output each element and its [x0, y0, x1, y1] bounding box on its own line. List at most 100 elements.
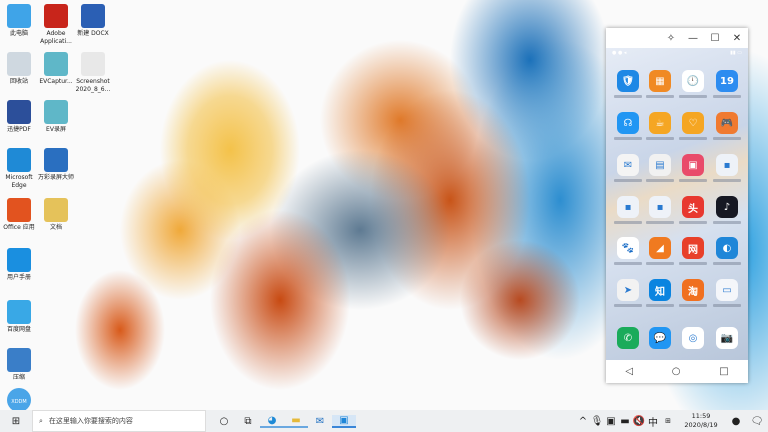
phone-mirror-window[interactable]: ✧ — ☐ ✕ ● ● ◂ ▮▮ ▭ 🛡 ▦ 🕛 19 ☊ ☕ ♡ 🎮 ✉ ▤ ▣ ▪ ▪ ▪ 头 ♪ 🐾 ◢ 网 ◐ ➤… [606, 28, 748, 383]
show-hidden-icons[interactable]: ^ [576, 416, 590, 427]
app-label [713, 221, 741, 224]
pin-icon[interactable]: ✧ [660, 33, 682, 44]
app-label [679, 221, 707, 224]
folder-app-icon[interactable]: ▪ [716, 154, 738, 176]
netease-app-icon[interactable]: 网 [682, 237, 704, 259]
desktop-icon-image [7, 52, 31, 76]
desktop-icon-image [44, 198, 68, 222]
folder-app-icon[interactable]: ▪ [649, 196, 671, 218]
app-label [679, 137, 707, 140]
desktop-icon-image [7, 300, 31, 324]
start-button[interactable]: ⊞ [4, 416, 28, 427]
desktop-icon[interactable]: 压缩 [0, 348, 41, 382]
dolphin-app-icon[interactable]: ◐ [716, 237, 738, 259]
app-label [614, 262, 642, 265]
desktop-icon-image [7, 4, 31, 28]
support-app-icon[interactable]: ☊ [617, 112, 639, 134]
notifications-icon[interactable]: 🗨 [746, 416, 768, 427]
app-label [646, 304, 674, 307]
security-icon[interactable]: ● [726, 416, 746, 427]
camera-dock-icon[interactable]: 📷 [716, 327, 738, 349]
phone-dock-icon[interactable]: ✆ [617, 327, 639, 349]
app-label [679, 179, 707, 182]
game-app-icon[interactable]: 🎮 [716, 112, 738, 134]
app-tray-icon[interactable]: ▣ [604, 416, 618, 427]
mail-icon[interactable]: ✉ [308, 416, 332, 427]
app-label [646, 262, 674, 265]
desktop-icon[interactable]: XDDM [0, 388, 41, 412]
news-app-icon[interactable]: ◢ [649, 237, 671, 259]
app-label [614, 179, 642, 182]
folder-app-icon[interactable]: ▪ [617, 196, 639, 218]
desktop-icon[interactable]: 用户手册 [0, 248, 41, 282]
scanner-app-icon[interactable]: ▭ [716, 279, 738, 301]
desktop-icon-label: XDDM [11, 399, 27, 405]
calendar-app-icon[interactable]: 19 [716, 70, 738, 92]
desktop-icon-image [44, 148, 68, 172]
mail-app-icon[interactable]: ✉ [617, 154, 639, 176]
phone-status-bar: ● ● ◂ ▮▮ ▭ [612, 50, 742, 56]
volume-muted-icon[interactable]: 🔇 [632, 416, 646, 427]
desktop-icon-label: EV录屏 [46, 126, 66, 133]
cortana-icon[interactable]: ○ [212, 416, 236, 427]
desktop-icon-image [7, 348, 31, 372]
desktop-icon-image [7, 100, 31, 124]
ime-mode-icon[interactable]: ⊞ [660, 417, 676, 425]
toutiao-app-icon[interactable]: 头 [682, 196, 704, 218]
clock-date: 2020/8/19 [684, 421, 718, 429]
phone-window-titlebar[interactable]: ✧ — ☐ ✕ [606, 28, 748, 48]
app-label [679, 95, 707, 98]
desktop-icon-image [81, 4, 105, 28]
desktop-icon[interactable]: 文档 [34, 198, 78, 232]
browser-dock-icon[interactable]: ◎ [682, 327, 704, 349]
battery-icon[interactable]: ▬ [618, 416, 632, 427]
app-label [614, 137, 642, 140]
shop-app-icon[interactable]: ▣ [682, 154, 704, 176]
desktop-icon[interactable]: Screenshot 2020_8_6... [71, 52, 115, 94]
desktop-icon-image [7, 198, 31, 222]
desktop-icon-image [81, 52, 105, 76]
desktop-icon-image [7, 148, 31, 172]
phone-nav-bar: ◁ ○ □ [606, 360, 748, 383]
app-label [614, 304, 642, 307]
search-box[interactable]: ⌕ 在这里输入你要搜索的内容 [32, 410, 206, 432]
desktop-icon-label: 百度网盘 [6, 326, 31, 333]
maps-app-icon[interactable]: ➤ [617, 279, 639, 301]
desktop-icon[interactable]: 万彩录屏大师 [34, 148, 78, 182]
desktop-icon-label: 万彩录屏大师 [37, 174, 74, 181]
clock-app-icon[interactable]: 🕛 [682, 70, 704, 92]
task-view-icon[interactable]: ⧉ [236, 416, 260, 427]
edge-taskbar-icon[interactable]: ◕ [260, 415, 284, 428]
desktop-icon-label: 新建 DOCX [77, 30, 109, 37]
app-label [646, 179, 674, 182]
app-label [713, 262, 741, 265]
close-button[interactable]: ✕ [726, 33, 748, 44]
files-app-icon[interactable]: ▦ [649, 70, 671, 92]
ime-indicator[interactable]: 中 [646, 414, 660, 429]
back-icon[interactable]: ◁ [625, 366, 633, 377]
taobao-app-icon[interactable]: 淘 [682, 279, 704, 301]
phone-assistant-icon[interactable]: ▣ [332, 414, 356, 428]
desktop-icon-image [7, 248, 31, 272]
desktop-icon[interactable]: EV录屏 [34, 100, 78, 134]
tiktok-app-icon[interactable]: ♪ [716, 196, 738, 218]
clock-time: 11:59 [691, 412, 711, 420]
heart-app-icon[interactable]: ♡ [682, 112, 704, 134]
microphone-icon[interactable]: 🎙 [590, 416, 604, 427]
app-label [679, 304, 707, 307]
clock[interactable]: 11:59 2020/8/19 [676, 412, 726, 430]
zhihu-app-icon[interactable]: 知 [649, 279, 671, 301]
shield-app-icon[interactable]: 🛡 [617, 70, 639, 92]
messages-dock-icon[interactable]: 💬 [649, 327, 671, 349]
minimize-button[interactable]: — [682, 33, 704, 44]
desktop-icon[interactable]: 新建 DOCX [71, 4, 115, 38]
file-explorer-icon[interactable]: ▬ [284, 415, 308, 428]
maximize-button[interactable]: ☐ [704, 33, 726, 44]
recents-icon[interactable]: □ [719, 366, 728, 377]
desktop-icon-label: 压缩 [12, 374, 25, 381]
baidu-app-icon[interactable]: 🐾 [617, 237, 639, 259]
notes-app-icon[interactable]: ▤ [649, 154, 671, 176]
desktop-icon[interactable]: 百度网盘 [0, 300, 41, 334]
home-icon[interactable]: ○ [672, 366, 681, 377]
cup-app-icon[interactable]: ☕ [649, 112, 671, 134]
